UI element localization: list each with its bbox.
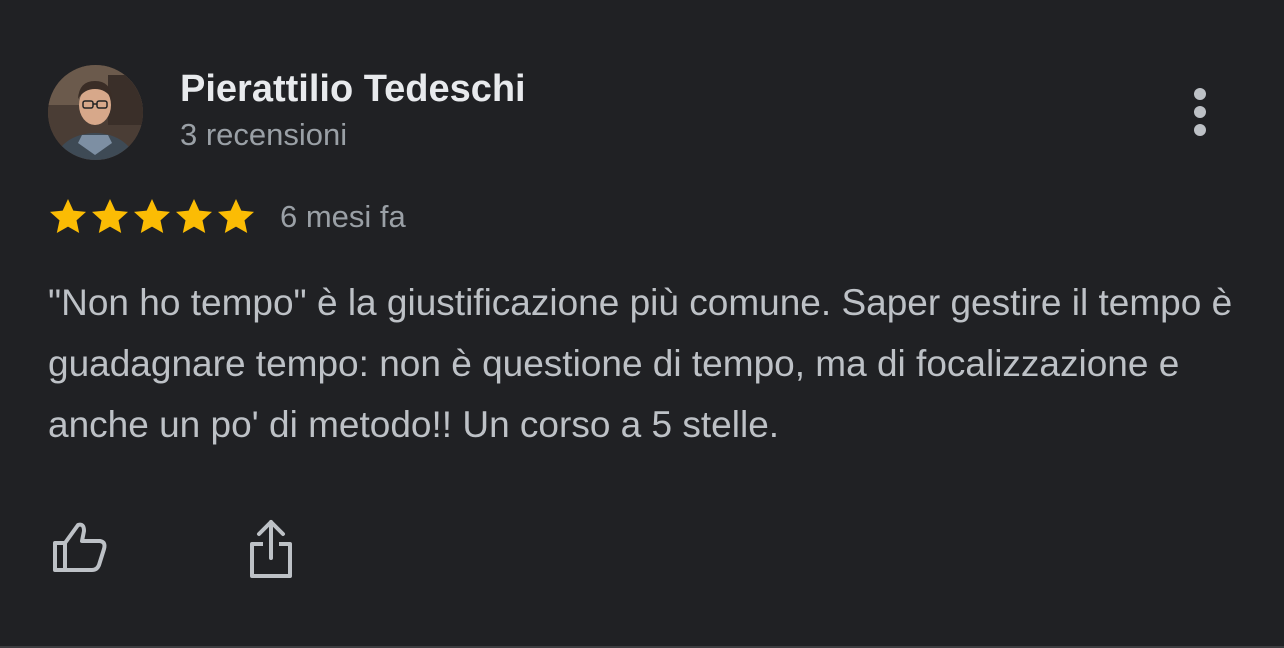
more-options-button[interactable] <box>1180 84 1220 140</box>
share-button[interactable] <box>246 518 296 582</box>
like-button[interactable] <box>50 520 110 576</box>
star-rating <box>48 197 256 237</box>
thumb-up-icon <box>53 522 107 572</box>
share-icon <box>250 520 292 578</box>
review-card: Pierattilio Tedeschi 3 recensioni 6 mesi… <box>0 0 1284 646</box>
rating-row: 6 mesi fa <box>48 195 406 239</box>
avatar-photo <box>48 65 143 160</box>
star-icon <box>50 199 86 233</box>
star-icon <box>134 199 170 233</box>
avatar[interactable] <box>48 65 143 160</box>
author-name[interactable]: Pierattilio Tedeschi <box>180 67 526 111</box>
star-icon <box>176 199 212 233</box>
star-icon <box>218 199 254 233</box>
review-text: "Non ho tempo" è la giustificazione più … <box>48 282 1233 445</box>
review-count: 3 recensioni <box>180 117 348 152</box>
more-vert-icon <box>1194 88 1206 136</box>
review-time: 6 mesi fa <box>280 199 406 234</box>
star-icon <box>92 199 128 233</box>
